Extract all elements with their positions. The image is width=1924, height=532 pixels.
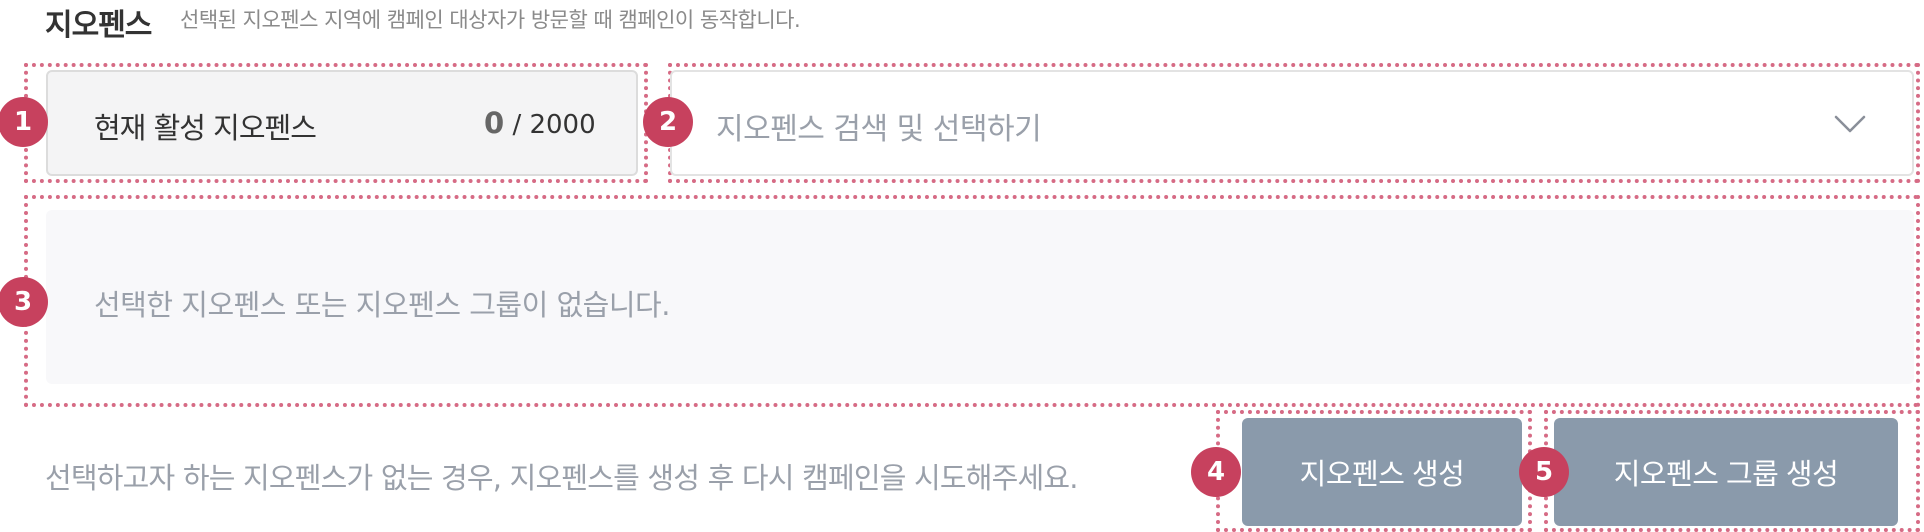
annotation-badge-3: 3 (0, 277, 48, 327)
annotation-badge-4: 4 (1191, 447, 1241, 497)
active-geofence-count-value: 0 (484, 106, 505, 140)
active-geofence-limit: / 2000 (512, 110, 596, 140)
section-title: 지오펜스 (45, 8, 152, 43)
create-geofence-group-button[interactable]: 지오펜스 그룹 생성 (1554, 418, 1898, 526)
empty-state-text: 선택한 지오펜스 또는 지오펜스 그룹이 없습니다. (94, 288, 670, 322)
section-description: 선택된 지오펜스 지역에 캠페인 대상자가 방문할 때 캠페인이 동작합니다. (180, 8, 801, 32)
geofence-search-placeholder: 지오펜스 검색 및 선택하기 (716, 112, 1042, 147)
active-geofence-label: 현재 활성 지오펜스 (94, 111, 317, 145)
chevron-down-icon[interactable] (1832, 106, 1868, 142)
annotation-badge-1: 1 (0, 97, 48, 147)
no-geofence-hint: 선택하고자 하는 지오펜스가 없는 경우, 지오펜스를 생성 후 다시 캠페인을… (45, 461, 1079, 495)
active-geofence-count: 0 / 2000 (484, 106, 596, 140)
create-geofence-button[interactable]: 지오펜스 생성 (1242, 418, 1522, 526)
annotation-badge-2: 2 (643, 97, 693, 147)
annotation-badge-5: 5 (1519, 447, 1569, 497)
